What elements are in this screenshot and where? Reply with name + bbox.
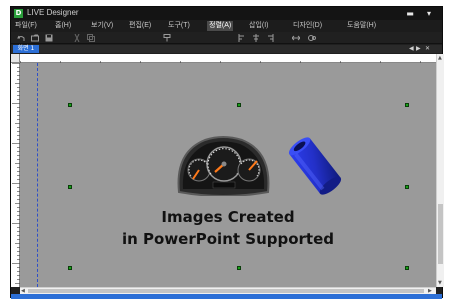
- selection-handle-bottom-center[interactable]: [237, 266, 241, 270]
- menu-item-help[interactable]: 도움말(H): [347, 21, 376, 31]
- designer-window: D LIVE Designer ▬ ▾ 파일(F) 홈(H) 보기(V) 편집(…: [10, 6, 444, 299]
- horizontal-scrollbar[interactable]: ◀ ▶: [20, 287, 436, 294]
- caption-line-2: in PowerPoint Supported: [121, 230, 335, 248]
- distribute-icon[interactable]: [291, 34, 301, 42]
- selection-handle-middle-right[interactable]: [405, 185, 409, 189]
- menu-item-design[interactable]: 디자인(D): [293, 21, 322, 31]
- tab-screen-1[interactable]: 화면 1: [13, 45, 39, 53]
- dropdown-icon[interactable]: ▾: [423, 8, 435, 19]
- selection-handle-top-left[interactable]: [68, 103, 72, 107]
- vertical-scroll-thumb[interactable]: [438, 204, 443, 264]
- selection-handle-bottom-right[interactable]: [405, 266, 409, 270]
- tab-scroll-right-icon[interactable]: ▶: [416, 45, 421, 53]
- scroll-up-icon[interactable]: ▲: [438, 55, 442, 61]
- menu-item-tools[interactable]: 도구(T): [168, 21, 190, 31]
- window-title: LIVE Designer: [27, 8, 79, 17]
- selection-handle-top-center[interactable]: [237, 103, 241, 107]
- gauge-dashboard-image: [175, 134, 272, 198]
- caption-line-1: Images Created: [161, 208, 295, 226]
- open-icon[interactable]: [31, 34, 39, 42]
- tab-scroll-left-icon[interactable]: ◀: [409, 45, 414, 53]
- tab-close-icon[interactable]: ✕: [425, 45, 430, 53]
- document-tab-strip: 화면 1 ◀ ▶ ✕: [11, 45, 442, 53]
- save-icon[interactable]: [45, 34, 53, 42]
- selection-handle-middle-left[interactable]: [68, 185, 72, 189]
- vertical-ruler: [11, 63, 20, 288]
- horizontal-scroll-thumb[interactable]: [28, 289, 424, 293]
- title-bar: D LIVE Designer ▬ ▾: [11, 7, 442, 20]
- selection-handle-bottom-left[interactable]: [68, 266, 72, 270]
- menu-bar: 파일(F) 홈(H) 보기(V) 편집(E) 도구(T) 정렬(A) 삽입(I)…: [11, 20, 442, 32]
- design-canvas[interactable]: Images Created in PowerPoint Supported: [20, 63, 436, 287]
- menu-item-edit[interactable]: 편집(E): [129, 21, 151, 31]
- canvas-caption: Images Created in PowerPoint Supported: [20, 206, 436, 250]
- vertical-scrollbar[interactable]: ▲ ▼: [436, 54, 444, 287]
- status-bar: [11, 294, 442, 299]
- menu-item-file[interactable]: 파일(F): [15, 21, 37, 31]
- align-right-icon[interactable]: [266, 34, 274, 42]
- copy-icon[interactable]: [87, 34, 95, 42]
- menu-item-insert[interactable]: 삽입(I): [249, 21, 269, 31]
- vertical-guide-line: [37, 63, 38, 287]
- menu-item-arrange[interactable]: 정렬(A): [207, 21, 234, 31]
- toolbar: [11, 32, 442, 44]
- menu-item-home[interactable]: 홈(H): [55, 21, 71, 31]
- cut-icon[interactable]: [73, 33, 81, 43]
- scroll-down-icon[interactable]: ▼: [438, 280, 442, 286]
- undo-icon[interactable]: [17, 34, 25, 42]
- menu-item-view[interactable]: 보기(V): [91, 21, 113, 31]
- selection-handle-top-right[interactable]: [405, 103, 409, 107]
- horizontal-ruler: [20, 54, 437, 69]
- minimize-icon[interactable]: ▬: [404, 8, 416, 19]
- blue-cylinder-image: [282, 133, 348, 199]
- app-logo-icon: D: [14, 9, 23, 18]
- format-paint-icon[interactable]: [163, 34, 171, 42]
- align-left-icon[interactable]: [238, 34, 246, 42]
- align-center-icon[interactable]: [252, 34, 260, 42]
- group-icon[interactable]: [308, 34, 316, 42]
- ruler-corner: [11, 54, 20, 63]
